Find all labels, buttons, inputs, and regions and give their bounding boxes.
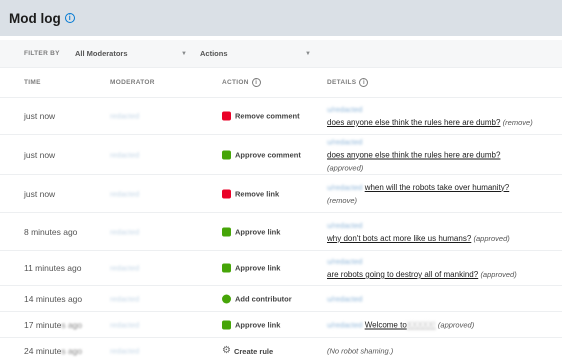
- row-note: (approved): [480, 270, 517, 279]
- row-moderator[interactable]: redacted: [110, 320, 139, 329]
- table-row: 8 minutes ago redacted Approve link u/re…: [0, 213, 562, 251]
- table-row: 17 minutes ago redacted Approve link u/r…: [0, 312, 562, 338]
- post-link[interactable]: are robots going to destroy all of manki…: [327, 270, 478, 279]
- user-link[interactable]: u/redacted: [327, 137, 362, 146]
- gear-icon: ⚙: [222, 345, 231, 356]
- info-icon[interactable]: i: [251, 78, 261, 87]
- user-link[interactable]: u/redacted: [327, 294, 362, 303]
- row-action: Approve link: [222, 320, 280, 329]
- post-link[interactable]: does anyone else think the rules here ar…: [327, 150, 500, 159]
- row-action-label: Approve link: [235, 227, 281, 236]
- table-row: 11 minutes ago redacted Approve link u/r…: [0, 251, 562, 286]
- row-details: u/redacted does anyone else think the ru…: [327, 135, 500, 174]
- moderator-dropdown-label: All Moderators: [75, 49, 128, 58]
- row-details: u/redacted when will the robots take ove…: [327, 181, 509, 207]
- row-time: just now: [24, 188, 56, 199]
- post-link[interactable]: Welcome to: [365, 320, 407, 329]
- row-action-label: Approve link: [235, 320, 281, 329]
- row-action-label: Remove link: [235, 189, 280, 198]
- post-link[interactable]: does anyone else think the rules here ar…: [327, 118, 500, 127]
- table-row: just now redacted Approve comment u/reda…: [0, 135, 562, 175]
- actions-dropdown-label: Actions: [200, 49, 228, 58]
- remove-icon: [222, 111, 231, 121]
- info-icon[interactable]: i: [64, 13, 75, 23]
- row-action-label: Approve comment: [235, 150, 301, 159]
- row-time: 17 minutes ago: [24, 319, 83, 330]
- moderator-dropdown[interactable]: All Moderators ▼: [75, 49, 187, 58]
- row-time: 14 minutes ago: [24, 293, 83, 304]
- column-header-details-label: DETAILS: [327, 79, 357, 86]
- chevron-down-icon: ▼: [181, 50, 187, 57]
- filter-bar: FILTER BY All Moderators ▼ Actions ▼: [0, 40, 562, 68]
- row-note: (No robot shaming.): [327, 346, 394, 356]
- page-header: Mod log i: [0, 0, 562, 36]
- row-action-label: Create rule: [233, 346, 274, 356]
- user-link[interactable]: u/redacted: [327, 183, 362, 192]
- column-header-action: ACTION i: [222, 78, 261, 87]
- row-action: ⚙ Create rule: [222, 346, 273, 356]
- user-link[interactable]: u/redacted: [327, 221, 362, 230]
- approve-icon: [222, 320, 231, 329]
- chevron-down-icon: ▼: [305, 50, 311, 57]
- row-action: Remove link: [222, 189, 279, 198]
- approve-icon: [222, 227, 231, 236]
- actions-dropdown[interactable]: Actions ▼: [200, 49, 311, 58]
- row-time-label: 24 minute: [24, 346, 62, 356]
- column-headers: TIME MODERATOR ACTION i DETAILS i: [0, 68, 562, 98]
- filter-label: FILTER BY: [24, 50, 60, 57]
- row-time: just now: [24, 111, 56, 121]
- remove-icon: [222, 189, 231, 198]
- row-action-label: Approve link: [235, 263, 281, 273]
- row-action: Add contributor: [222, 294, 292, 303]
- row-note: (approved): [437, 320, 475, 329]
- info-icon[interactable]: i: [359, 78, 369, 87]
- row-time: 24 minutes ago: [24, 346, 83, 356]
- table-row: 14 minutes ago redacted Add contributor …: [0, 286, 562, 312]
- column-header-moderator: MODERATOR: [110, 79, 155, 86]
- page-title: Mod log: [9, 10, 61, 26]
- row-details: u/redacted are robots going to destroy a…: [327, 255, 517, 281]
- row-time: 8 minutes ago: [24, 226, 78, 237]
- table-row: 24 minutes ago redacted ⚙ Create rule (N…: [0, 338, 562, 364]
- row-time: just now: [24, 149, 56, 160]
- column-header-details: DETAILS i: [327, 78, 369, 87]
- user-link[interactable]: u/redacted: [327, 320, 362, 329]
- row-details: u/redacted why don't bots act more like …: [327, 219, 510, 245]
- column-header-time: TIME: [24, 79, 41, 86]
- row-moderator[interactable]: redacted: [110, 294, 139, 303]
- post-link[interactable]: why don't bots act more like us humans?: [327, 234, 471, 243]
- approve-icon: [222, 150, 231, 159]
- user-link[interactable]: u/redacted: [327, 257, 362, 266]
- row-action: Approve comment: [222, 150, 301, 159]
- row-note: (remove): [502, 118, 533, 127]
- user-link[interactable]: u/redacted: [327, 105, 362, 114]
- row-moderator[interactable]: redacted: [110, 112, 139, 121]
- row-details: u/redacted does anyone else think the ru…: [327, 103, 533, 129]
- row-note: (approved): [473, 233, 510, 243]
- row-time: 11 minutes ago: [24, 263, 82, 273]
- row-moderator[interactable]: redacted: [110, 264, 139, 273]
- row-action: Approve link: [222, 227, 280, 236]
- row-details: u/redacted: [327, 292, 362, 305]
- row-details: u/redacted Welcome toXXXXX! (approved): [327, 320, 475, 329]
- row-action-label: Remove comment: [235, 111, 300, 121]
- row-time-label: 17 minute: [24, 319, 62, 330]
- row-action: Remove comment: [222, 111, 300, 121]
- post-link[interactable]: when will the robots take over humanity?: [365, 183, 510, 192]
- row-note: (remove): [327, 195, 358, 205]
- row-action: Approve link: [222, 263, 281, 273]
- add-user-icon: [222, 294, 231, 303]
- row-moderator[interactable]: redacted: [110, 189, 139, 198]
- approve-icon: [222, 263, 231, 273]
- row-moderator[interactable]: redacted: [110, 347, 139, 356]
- row-details: (No robot shaming.): [327, 345, 393, 358]
- row-note: (approved): [327, 163, 364, 172]
- row-action-label: Add contributor: [235, 294, 292, 303]
- column-header-action-label: ACTION: [222, 79, 249, 86]
- table-row: just now redacted Remove link u/redacted…: [0, 175, 562, 213]
- table-row: just now redacted Remove comment u/redac…: [0, 98, 562, 135]
- row-moderator[interactable]: redacted: [110, 150, 139, 159]
- row-moderator[interactable]: redacted: [110, 227, 139, 236]
